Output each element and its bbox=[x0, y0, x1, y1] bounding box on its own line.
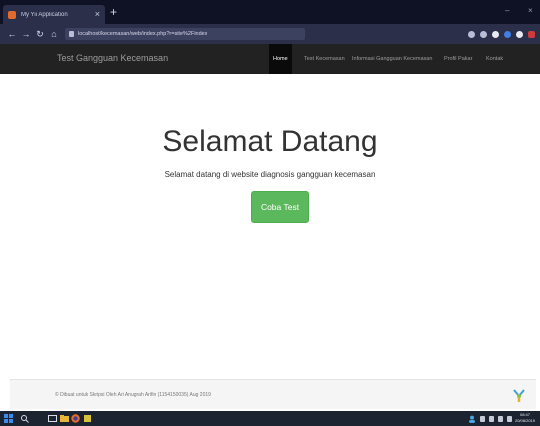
new-tab-button[interactable]: + bbox=[110, 5, 117, 19]
lock-icon bbox=[69, 31, 74, 37]
system-tray bbox=[468, 415, 512, 423]
chevron-up-icon[interactable] bbox=[480, 416, 485, 422]
nav-item-profil-pakar[interactable]: Profil Pakar bbox=[440, 44, 476, 74]
nav-item-test-kecemasan[interactable]: Test Kecemasan bbox=[300, 44, 349, 74]
star-icon[interactable] bbox=[492, 30, 499, 38]
browser-toolbar: ← → ↻ ⌂ localhost/kecemasan/web/index.ph… bbox=[0, 24, 540, 44]
home-icon[interactable]: ⌂ bbox=[47, 29, 61, 39]
taskbar-clock[interactable]: 08:47 20/08/2019 bbox=[514, 412, 536, 424]
pocket-icon[interactable] bbox=[480, 30, 487, 38]
address-bar[interactable]: localhost/kecemasan/web/index.php?r=site… bbox=[65, 28, 305, 40]
windows-start-icon[interactable] bbox=[4, 414, 13, 423]
screen: My Yii Application × + – × ← → ↻ ⌂ local… bbox=[0, 0, 540, 426]
yii-logo-icon bbox=[513, 389, 525, 402]
coba-test-button[interactable]: Coba Test bbox=[251, 191, 309, 223]
site-navbar: Test Gangguan Kecemasan Home Test Kecema… bbox=[0, 44, 540, 74]
page-subtitle: Selamat datang di website diagnosis gang… bbox=[164, 170, 376, 179]
back-icon[interactable]: ← bbox=[5, 29, 19, 39]
addon-icon[interactable] bbox=[528, 30, 535, 38]
task-view-icon[interactable] bbox=[48, 414, 57, 423]
battery-icon[interactable] bbox=[507, 416, 512, 422]
nav-item-kontak[interactable]: Kontak bbox=[482, 44, 507, 74]
favicon-icon bbox=[8, 10, 16, 19]
toolbar-actions bbox=[468, 30, 535, 38]
nav-item-home[interactable]: Home bbox=[269, 44, 292, 74]
navbar-brand[interactable]: Test Gangguan Kecemasan bbox=[57, 53, 168, 63]
os-taskbar: 08:47 20/08/2019 bbox=[0, 411, 540, 426]
tab-close-icon[interactable]: × bbox=[95, 10, 100, 19]
file-explorer-icon[interactable] bbox=[60, 414, 69, 423]
minimize-button[interactable]: – bbox=[505, 6, 509, 15]
footer-text: © Dibuat untuk Skripsi Oleh Ari Anugrah … bbox=[55, 392, 211, 398]
user-icon[interactable] bbox=[468, 415, 476, 423]
window-close-button[interactable]: × bbox=[528, 6, 533, 15]
reload-icon[interactable]: ↻ bbox=[33, 29, 47, 40]
menu-icon[interactable] bbox=[468, 30, 475, 38]
library-icon[interactable] bbox=[516, 30, 523, 38]
tab-title: My Yii Application bbox=[21, 11, 68, 18]
search-icon[interactable] bbox=[20, 414, 29, 423]
browser-tab[interactable]: My Yii Application × bbox=[3, 5, 105, 24]
url-text[interactable]: localhost/kecemasan/web/index.php?r=site… bbox=[78, 31, 207, 37]
browser-tab-strip: My Yii Application × + – × bbox=[0, 0, 540, 24]
nav-item-informasi[interactable]: Informasi Gangguan Kecemasan bbox=[348, 44, 436, 74]
download-icon[interactable] bbox=[504, 30, 511, 38]
clock-date: 20/08/2019 bbox=[514, 418, 536, 423]
app-icon[interactable] bbox=[83, 414, 92, 423]
page-title: Selamat Datang bbox=[162, 125, 378, 158]
page-footer: © Dibuat untuk Skripsi Oleh Ari Anugrah … bbox=[10, 379, 536, 409]
forward-icon[interactable]: → bbox=[19, 29, 33, 39]
network-icon[interactable] bbox=[489, 416, 494, 422]
firefox-icon[interactable] bbox=[71, 414, 80, 423]
volume-icon[interactable] bbox=[498, 416, 503, 422]
